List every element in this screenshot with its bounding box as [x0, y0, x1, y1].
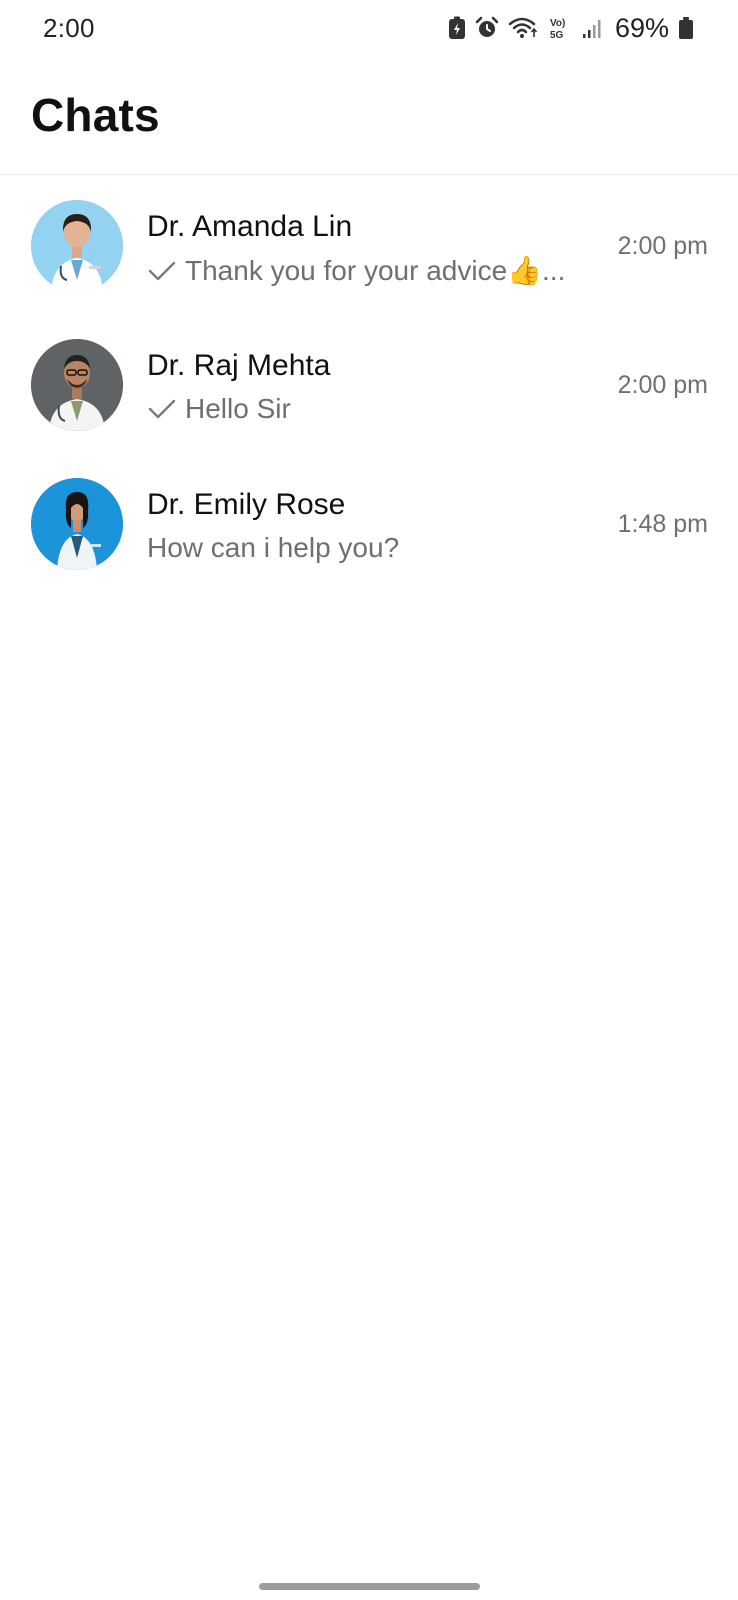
- status-icons: Vo) 5G 69%: [448, 13, 694, 44]
- chat-preview-text: How can i help you?: [147, 532, 400, 563]
- avatar[interactable]: [31, 200, 123, 292]
- chat-name: Dr. Raj Mehta: [147, 349, 331, 382]
- chat-time: 2:00 pm: [617, 371, 708, 399]
- chat-item-amanda-lin[interactable]: Dr. Amanda Lin Thank you for your advice…: [0, 176, 738, 315]
- status-time: 2:00: [43, 12, 95, 43]
- chat-preview: Thank you for your advice👍...: [147, 254, 577, 287]
- avatar[interactable]: [31, 478, 123, 570]
- sent-check-icon: [148, 261, 176, 280]
- sent-check-icon: [148, 399, 176, 419]
- chat-preview-text: Thank you for your advice👍...: [185, 255, 566, 286]
- volte-5g-icon: Vo) 5G: [549, 16, 573, 40]
- home-indicator[interactable]: [259, 1583, 480, 1590]
- chat-name: Dr. Amanda Lin: [147, 210, 353, 243]
- svg-text:Vo): Vo): [550, 18, 565, 29]
- battery-saver-icon: [448, 16, 466, 40]
- signal-icon: [582, 16, 602, 40]
- chat-list: Dr. Amanda Lin Thank you for your advice…: [0, 176, 738, 593]
- chat-item-emily-rose[interactable]: Dr. Emily Rose How can i help you? 1:48 …: [0, 454, 738, 593]
- chat-time: 2:00 pm: [617, 232, 708, 260]
- app-header: Chats: [0, 56, 738, 175]
- battery-icon: [678, 16, 694, 40]
- svg-text:5G: 5G: [550, 30, 564, 40]
- alarm-icon: [475, 16, 499, 40]
- avatar[interactable]: [31, 339, 123, 431]
- chat-preview: How can i help you?: [147, 532, 577, 564]
- chats-screen: 2:00 Vo) 5G 69% Chats Dr. Amanda Lin Tha…: [0, 0, 738, 1600]
- page-title: Chats: [31, 89, 160, 141]
- wifi-icon: [508, 16, 540, 40]
- battery-percent: 69%: [614, 12, 669, 43]
- chat-item-raj-mehta[interactable]: Dr. Raj Mehta Hello Sir 2:00 pm: [0, 315, 738, 454]
- chat-name: Dr. Emily Rose: [147, 488, 346, 521]
- chat-preview-text: Hello Sir: [185, 393, 291, 424]
- status-bar: 2:00 Vo) 5G 69%: [0, 0, 738, 56]
- chat-time: 1:48 pm: [617, 510, 708, 538]
- chat-preview: Hello Sir: [147, 393, 577, 425]
